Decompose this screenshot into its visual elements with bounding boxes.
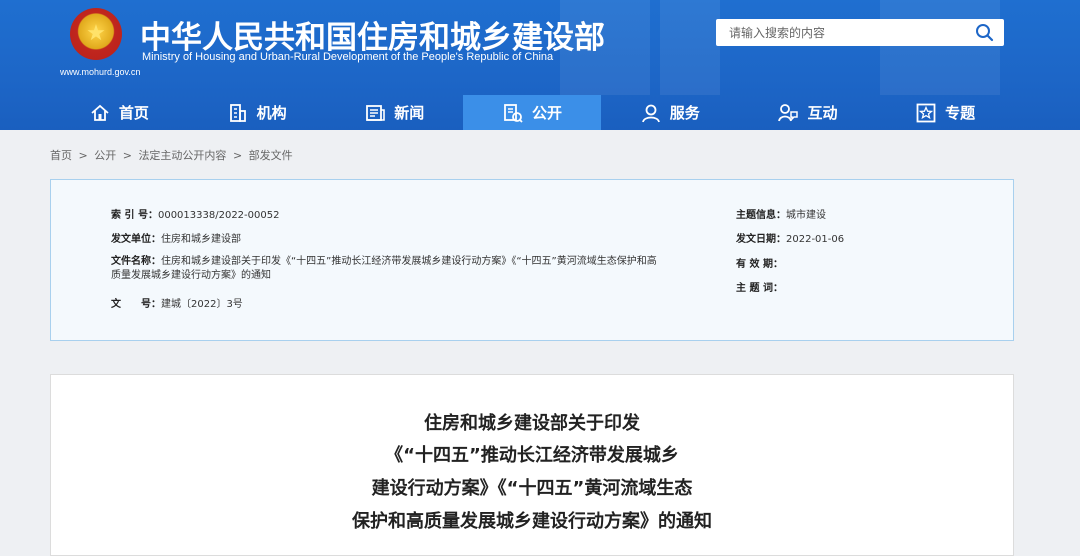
site-subtitle-en: Ministry of Housing and Urban-Rural Deve… [142,51,554,63]
meta-index-label: 索 引 号： [111,210,158,221]
meta-doc-name-cont: 质量发展城乡建设行动方案》的通知 [111,269,271,283]
nav-item-public[interactable]: 公开 [463,95,601,130]
nav-item-home[interactable]: 首页 [50,95,188,130]
nav-item-service[interactable]: 服务 [601,95,739,130]
nav-item-label: 首页 [118,104,149,122]
nav-item-topic[interactable]: 专题 [876,95,1014,130]
breadcrumb-public[interactable]: 公开 [94,149,116,162]
meta-issuer-label: 发文单位： [111,234,161,245]
nav-item-news[interactable]: 新闻 [325,95,463,130]
breadcrumb-home[interactable]: 首页 [50,149,72,162]
nav-item-label: 专题 [945,104,976,122]
topic-icon [916,103,936,122]
site-header: ★ www.mohurd.gov.cn 中华人民共和国住房和城乡建设部 Mini… [0,0,1080,130]
document-content: 住房和城乡建设部关于印发 《“十四五”推动长江经济带发展城乡 建设行动方案》《“… [50,374,1014,556]
meta-docno-value: 建城〔2022〕3号 [161,299,243,310]
search-box [716,19,1004,46]
meta-issuer: 发文单位：住房和城乡建设部 [111,230,241,245]
search-icon[interactable] [974,22,996,44]
document-icon [504,103,523,123]
national-emblem-icon[interactable]: ★ [70,8,122,60]
meta-docno: 文 号：建城〔2022〕3号 [111,295,243,310]
breadcrumb-documents[interactable]: 部发文件 [249,149,293,162]
breadcrumb-separator: > [232,149,243,162]
nav-item-interact[interactable]: 互动 [739,95,877,130]
interact-icon [778,103,799,121]
building-icon [229,103,246,122]
document-metadata-panel: 索 引 号：000013338/2022-00052 发文单位：住房和城乡建设部… [50,179,1014,341]
meta-date-value: 2022-01-06 [786,234,845,245]
home-icon [91,104,109,121]
meta-index-value: 000013338/2022-00052 [157,210,280,221]
meta-subject: 主 题 词： [736,279,783,294]
meta-index: 索 引 号：000013338/2022-00052 [111,206,279,221]
document-title-line: 住房和城乡建设部关于印发 [424,413,640,434]
meta-valid-label: 有 效 期： [736,259,783,270]
search-input[interactable] [716,19,979,46]
nav-item-label: 公开 [532,104,563,122]
breadcrumb-separator: > [78,149,88,162]
site-url: www.mohurd.gov.cn [60,67,141,77]
nav-item-label: 服务 [669,104,700,122]
meta-subject-label: 主 题 词： [736,283,783,294]
breadcrumb-statutory[interactable]: 法定主动公开内容 [138,149,226,162]
service-icon [641,104,660,122]
breadcrumb: 首页 > 公开 > 法定主动公开内容 > 部发文件 [50,147,296,163]
main-nav: 首页 机构 新闻 公开 服务 互动 专题 [50,95,1014,130]
meta-doc-name: 文件名称：住房和城乡建设部关于印发《“十四五”推动长江经济带发展城乡建设行动方案… [111,255,721,269]
nav-item-organization[interactable]: 机构 [188,95,326,130]
document-title-line: 保护和高质量发展城乡建设行动方案》的通知 [352,511,712,532]
document-title-line: 《“十四五”推动长江经济带发展城乡 [385,445,679,466]
meta-issuer-value: 住房和城乡建设部 [161,234,241,245]
meta-date: 发文日期：2022-01-06 [736,230,844,245]
meta-topic-info: 主题信息：城市建设 [736,206,826,221]
breadcrumb-separator: > [122,149,132,162]
header-building-decor [660,0,720,95]
document-title-line: 建设行动方案》《“十四五”黄河流域生态 [371,478,693,499]
meta-topic-info-value: 城市建设 [786,210,826,221]
header-building-decor [880,0,1000,95]
nav-item-label: 新闻 [394,104,425,122]
meta-name-label: 文件名称： [111,256,161,267]
meta-name-value: 住房和城乡建设部关于印发《“十四五”推动长江经济带发展城乡建设行动方案》《“十四… [161,256,657,267]
meta-docno-label: 文 号： [111,299,161,310]
meta-name-value-cont: 质量发展城乡建设行动方案》的通知 [111,270,271,281]
nav-item-label: 互动 [807,104,838,122]
nav-item-label: 机构 [256,104,287,122]
news-icon [366,104,386,121]
meta-date-label: 发文日期： [736,234,786,245]
meta-topic-info-label: 主题信息： [736,210,786,221]
meta-valid: 有 效 期： [736,255,783,270]
